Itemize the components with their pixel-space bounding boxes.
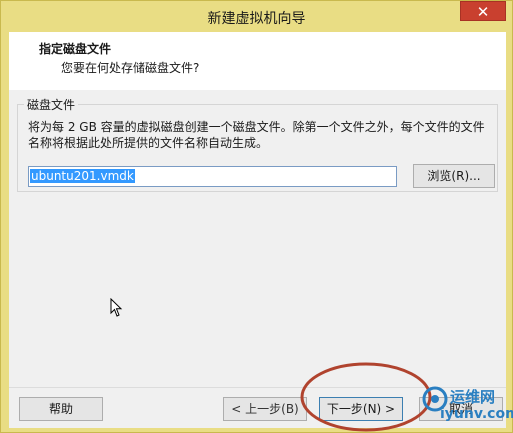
next-button[interactable]: 下一步(N) > (319, 397, 403, 421)
group-label: 磁盘文件 (24, 96, 79, 113)
close-icon: ✕ (476, 3, 490, 21)
page-title: 指定磁盘文件 (39, 42, 112, 56)
page-subtitle: 您要在何处存储磁盘文件? (61, 61, 200, 75)
disk-filename-value: ubuntu201.vmdk (30, 169, 135, 183)
disk-file-group: 磁盘文件 将为每 2 GB 容量的虚拟磁盘创建一个磁盘文件。除第一个文件之外，每… (17, 96, 498, 192)
cancel-button[interactable]: 取消 (419, 397, 503, 421)
back-button[interactable]: < 上一步(B) (223, 397, 307, 421)
browse-button[interactable]: 浏览(R)... (413, 164, 495, 188)
wizard-header: 指定磁盘文件 您要在何处存储磁盘文件? (9, 32, 506, 91)
disk-file-description: 将为每 2 GB 容量的虚拟磁盘创建一个磁盘文件。除第一个文件之外，每个文件的文… (28, 120, 485, 150)
window-title: 新建虚拟机向导 (207, 11, 306, 27)
close-button[interactable]: ✕ (460, 1, 506, 21)
wizard-window: 新建虚拟机向导 ✕ 指定磁盘文件 您要在何处存储磁盘文件? 磁盘文件 将为每 2… (0, 0, 513, 433)
disk-filename-input[interactable]: ubuntu201.vmdk (28, 166, 397, 187)
title-bar[interactable]: 新建虚拟机向导 ✕ (1, 1, 512, 31)
mouse-cursor-icon (110, 298, 123, 317)
wizard-footer: 帮助 < 上一步(B) 下一步(N) > 取消 (9, 387, 506, 428)
wizard-content: 磁盘文件 将为每 2 GB 容量的虚拟磁盘创建一个磁盘文件。除第一个文件之外，每… (9, 90, 506, 387)
help-button[interactable]: 帮助 (19, 397, 103, 421)
